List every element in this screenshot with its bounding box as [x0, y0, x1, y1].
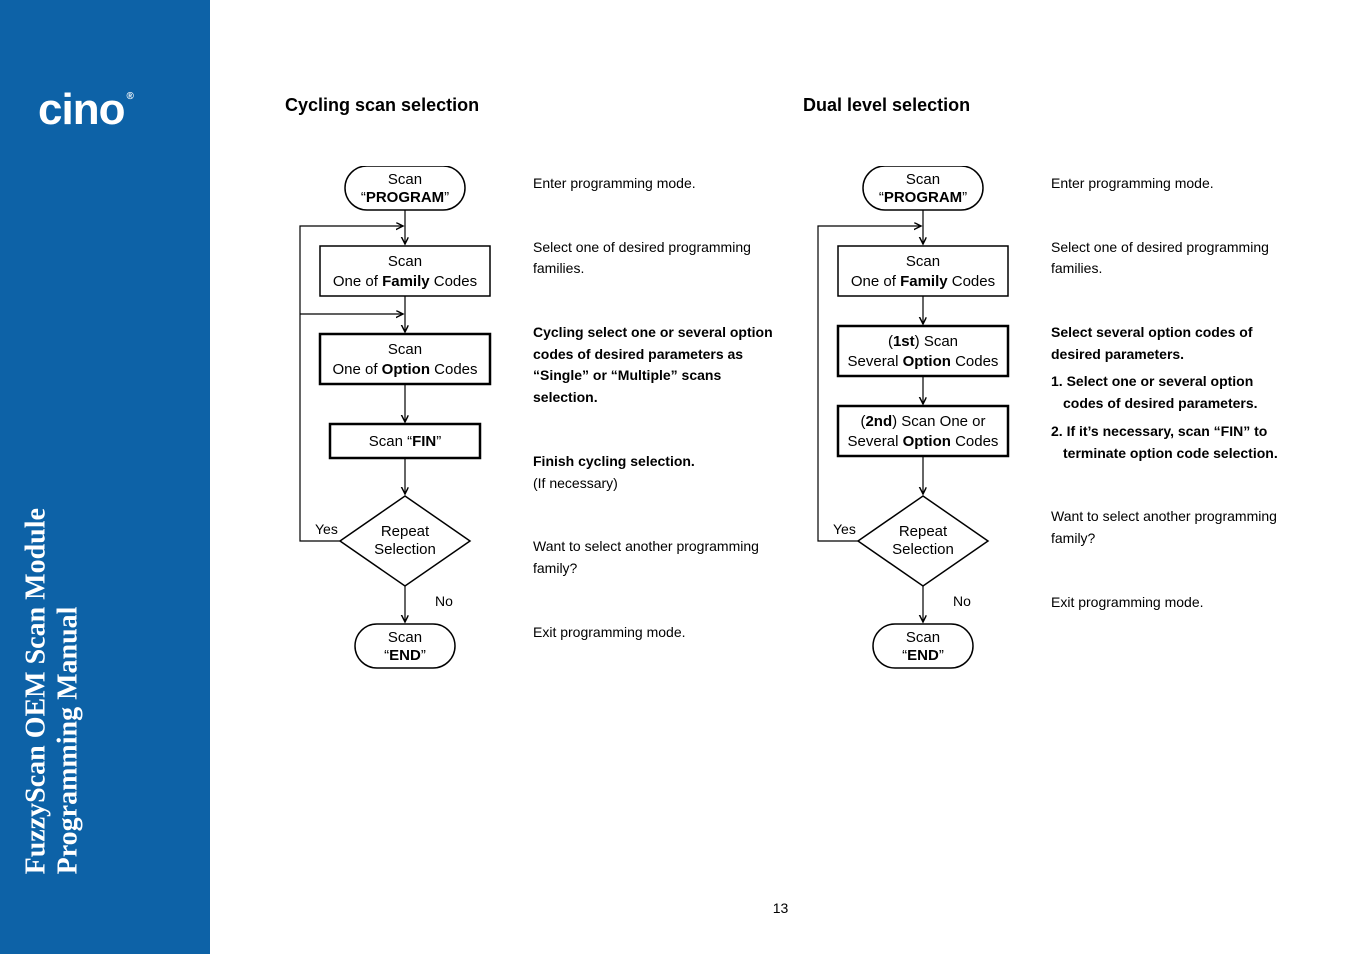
svg-text:No: No [435, 593, 453, 609]
svg-text:Scan: Scan [388, 341, 422, 358]
sidebar: cino® FuzzyScan OEM Scan Module Programm… [0, 0, 210, 954]
svg-text:Scan: Scan [906, 253, 940, 270]
note: Select one of desired programming famili… [533, 237, 773, 280]
note: Enter programming mode. [533, 173, 773, 195]
left-column: Cycling scan selection Scan “PROGRAM” Sc… [285, 95, 773, 914]
page-number: 13 [210, 900, 1351, 916]
svg-text:(2nd) Scan One or: (2nd) Scan One or [860, 413, 985, 430]
svg-text:Selection: Selection [374, 541, 436, 558]
note: Enter programming mode. [1051, 173, 1291, 195]
registered-icon: ® [126, 91, 132, 102]
right-title: Dual level selection [803, 95, 1033, 116]
svg-text:Repeat: Repeat [899, 523, 948, 540]
right-column: Dual level selection Scan “PROGRAM” Scan… [803, 95, 1291, 914]
note: Want to select another programming famil… [1051, 506, 1291, 549]
note: Select several option codes of desired p… [1051, 322, 1291, 464]
sidebar-title-line1: FuzzyScan OEM Scan Module [21, 508, 53, 874]
page-content: Cycling scan selection Scan “PROGRAM” Sc… [210, 0, 1351, 954]
note: Want to select another programming famil… [533, 536, 773, 579]
svg-text:Scan: Scan [906, 629, 940, 646]
svg-text:Scan: Scan [388, 629, 422, 646]
left-notes: Enter programming mode. Select one of de… [533, 95, 773, 914]
svg-text:Selection: Selection [892, 541, 954, 558]
svg-text:Scan “FIN”: Scan “FIN” [369, 433, 442, 450]
sidebar-title-line2: Programming Manual [53, 508, 85, 874]
note: Exit programming mode. [533, 622, 773, 644]
svg-text:Several Option Codes: Several Option Codes [848, 433, 999, 450]
right-notes: Enter programming mode. Select one of de… [1051, 95, 1291, 914]
note: Finish cycling selection.(If necessary) [533, 451, 773, 494]
svg-text:“END”: “END” [384, 647, 426, 664]
svg-text:“END”: “END” [902, 647, 944, 664]
svg-text:Several Option Codes: Several Option Codes [848, 353, 999, 370]
flowchart-dual: Scan “PROGRAM” Scan One of Family Codes … [803, 166, 1033, 746]
svg-text:Scan: Scan [388, 253, 422, 270]
svg-text:One of Family Codes: One of Family Codes [851, 273, 995, 290]
note: Exit programming mode. [1051, 592, 1291, 614]
svg-text:“PROGRAM”: “PROGRAM” [361, 189, 449, 206]
svg-text:(1st) Scan: (1st) Scan [888, 333, 958, 350]
note: Select one of desired programming famili… [1051, 237, 1291, 280]
svg-text:Yes: Yes [315, 521, 338, 537]
right-flow: Dual level selection Scan “PROGRAM” Scan… [803, 95, 1033, 914]
svg-text:One of Family Codes: One of Family Codes [333, 273, 477, 290]
note: Cycling select one or several option cod… [533, 322, 773, 409]
svg-text:One of Option Codes: One of Option Codes [332, 361, 477, 378]
svg-text:“PROGRAM”: “PROGRAM” [879, 189, 967, 206]
brand-logo: cino® [38, 85, 131, 135]
svg-text:Repeat: Repeat [381, 523, 430, 540]
svg-text:Yes: Yes [833, 521, 856, 537]
svg-text:No: No [953, 593, 971, 609]
svg-text:Scan: Scan [906, 171, 940, 188]
left-title: Cycling scan selection [285, 95, 515, 116]
left-flow: Cycling scan selection Scan “PROGRAM” Sc… [285, 95, 515, 914]
flowchart-cycling: Scan “PROGRAM” Scan One of Family Codes … [285, 166, 515, 746]
svg-text:Scan: Scan [388, 171, 422, 188]
sidebar-title: FuzzyScan OEM Scan Module Programming Ma… [21, 508, 85, 874]
